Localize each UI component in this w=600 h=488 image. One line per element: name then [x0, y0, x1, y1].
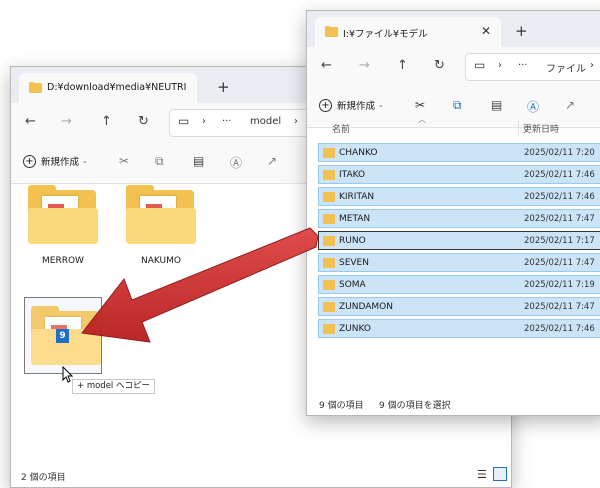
drag-direction-arrow-icon — [81, 227, 319, 343]
